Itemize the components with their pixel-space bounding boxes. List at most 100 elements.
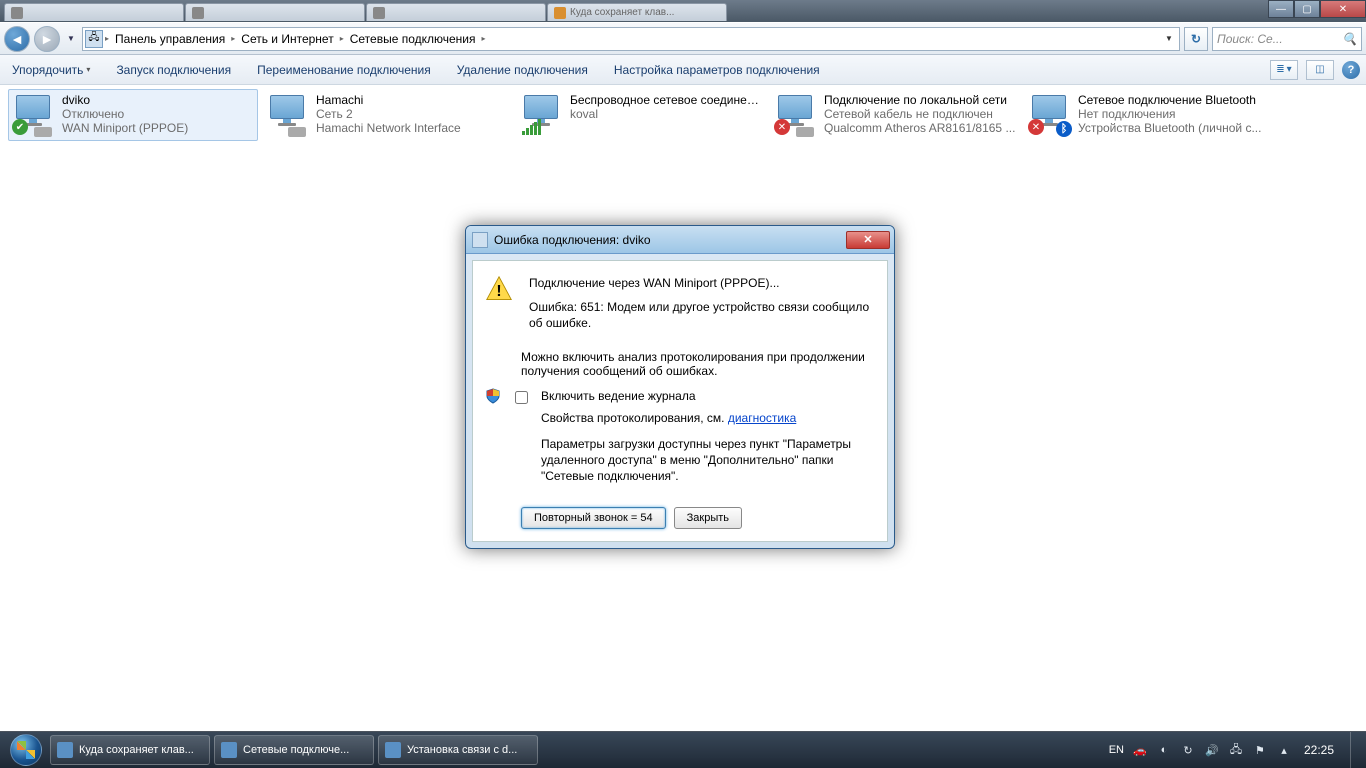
connection-item-lan[interactable]: ✕ Подключение по локальной сети Сетевой …: [770, 89, 1020, 141]
explorer-navbar: ◄ ► ▼ 🖧 ▸ Панель управления ▸ Сеть и Инт…: [0, 22, 1366, 55]
browser-tab[interactable]: [185, 3, 365, 21]
tray-icon[interactable]: ◐: [1156, 742, 1172, 758]
status-error-icon: ✕: [774, 119, 790, 135]
search-icon: 🔍: [1342, 32, 1357, 46]
connection-status: Сеть 2: [316, 107, 508, 121]
favicon-icon: [192, 7, 204, 19]
status-ok-icon: ✔: [12, 119, 28, 135]
taskbar-clock[interactable]: 22:25: [1300, 743, 1338, 757]
dialog-title: Ошибка подключения: dviko: [494, 233, 651, 247]
breadcrumb-separator-icon: ▸: [340, 34, 344, 43]
close-dialog-button[interactable]: Закрыть: [674, 507, 742, 529]
breadcrumb-separator-icon: ▸: [105, 34, 109, 43]
connection-item-wireless[interactable]: Беспроводное сетевое соединение koval: [516, 89, 766, 141]
taskbar-app[interactable]: Сетевые подключе...: [214, 735, 374, 765]
dialog-info-line: Можно включить анализ протоколирования п…: [521, 350, 875, 378]
breadcrumb-network-connections[interactable]: Сетевые подключения: [346, 30, 480, 48]
bluetooth-icon: ᛒ: [1056, 121, 1072, 137]
dialog-titlebar[interactable]: Ошибка подключения: dviko ✕: [466, 226, 894, 254]
chevron-down-icon: ▾: [86, 65, 90, 74]
window-controls: — ▢ ✕: [1268, 0, 1366, 18]
search-placeholder: Поиск: Се...: [1217, 32, 1283, 46]
tray-icon[interactable]: 🚗: [1132, 742, 1148, 758]
tray-overflow-icon[interactable]: ▴: [1276, 742, 1292, 758]
connection-device: Hamachi Network Interface: [316, 121, 508, 135]
browser-tab-strip: Куда сохраняет клав... — ▢ ✕: [0, 0, 1366, 22]
taskbar-app[interactable]: Куда сохраняет клав...: [50, 735, 210, 765]
tray-icon[interactable]: ↻: [1180, 742, 1196, 758]
network-tray-icon[interactable]: 🖧: [1228, 742, 1244, 758]
connection-name: Подключение по локальной сети: [824, 93, 1016, 107]
connection-icon: ✕ ᛒ: [1028, 93, 1072, 137]
network-folder-icon: 🖧: [85, 30, 103, 48]
address-dropdown[interactable]: ▼: [1161, 34, 1177, 43]
connection-name: dviko: [62, 93, 254, 107]
status-error-icon: ✕: [1028, 119, 1044, 135]
dialog-error-line: Ошибка: 651: Модем или другое устройство…: [529, 299, 875, 331]
connection-name: Беспроводное сетевое соединение: [570, 93, 762, 107]
warning-icon: !: [485, 275, 513, 303]
browser-tab[interactable]: Куда сохраняет клав...: [547, 3, 727, 21]
minimize-button[interactable]: —: [1268, 0, 1294, 18]
favicon-icon: [554, 7, 566, 19]
favicon-icon: [11, 7, 23, 19]
connection-name: Сетевое подключение Bluetooth: [1078, 93, 1270, 107]
chevron-down-icon: ▾: [1287, 64, 1292, 75]
taskbar: Куда сохраняет клав... Сетевые подключе.…: [0, 731, 1366, 768]
browser-tab[interactable]: [4, 3, 184, 21]
redial-button[interactable]: Повторный звонок = 54: [521, 507, 666, 529]
log-properties-text: Свойства протоколирования, см.: [541, 411, 728, 425]
enable-logging-label: Включить ведение журнала: [541, 389, 696, 403]
windows-orb-icon: [10, 734, 42, 766]
address-bar[interactable]: 🖧 ▸ Панель управления ▸ Сеть и Интернет …: [82, 27, 1180, 51]
network-icon: [472, 232, 488, 248]
app-icon: [385, 742, 401, 758]
breadcrumb-separator-icon: ▸: [482, 34, 486, 43]
language-indicator[interactable]: EN: [1109, 744, 1124, 756]
view-options-button[interactable]: ≣▾: [1270, 60, 1298, 80]
error-dialog: Ошибка подключения: dviko ✕ ! Подключени…: [465, 225, 895, 549]
favicon-icon: [373, 7, 385, 19]
dialog-close-button[interactable]: ✕: [846, 231, 890, 249]
maximize-button[interactable]: ▢: [1294, 0, 1320, 18]
signal-icon: [522, 119, 541, 135]
browser-tab[interactable]: [366, 3, 546, 21]
breadcrumb-network-internet[interactable]: Сеть и Интернет: [237, 30, 337, 48]
search-input[interactable]: Поиск: Се... 🔍: [1212, 27, 1362, 51]
connection-status: Сетевой кабель не подключен: [824, 107, 1016, 121]
show-desktop-button[interactable]: [1350, 732, 1360, 768]
connection-device: koval: [570, 107, 762, 121]
connection-item-hamachi[interactable]: Hamachi Сеть 2 Hamachi Network Interface: [262, 89, 512, 141]
shield-icon: [485, 388, 501, 404]
close-button[interactable]: ✕: [1320, 0, 1366, 18]
nav-history-dropdown[interactable]: ▼: [64, 29, 78, 49]
app-icon: [221, 742, 237, 758]
preview-pane-button[interactable]: ◫: [1306, 60, 1334, 80]
forward-button[interactable]: ►: [34, 26, 60, 52]
dialog-message-line: Подключение через WAN Miniport (PPPOE)..…: [529, 275, 875, 291]
connection-item-dviko[interactable]: ✔ dviko Отключено WAN Miniport (PPPOE): [8, 89, 258, 141]
back-button[interactable]: ◄: [4, 26, 30, 52]
svg-text:!: !: [496, 283, 501, 300]
connection-item-bluetooth[interactable]: ✕ ᛒ Сетевое подключение Bluetooth Нет по…: [1024, 89, 1274, 141]
breadcrumb-control-panel[interactable]: Панель управления: [111, 30, 229, 48]
connection-name: Hamachi: [316, 93, 508, 107]
breadcrumb-separator-icon: ▸: [231, 34, 235, 43]
action-center-icon[interactable]: ⚑: [1252, 742, 1268, 758]
delete-connection-button[interactable]: Удаление подключения: [451, 59, 594, 81]
refresh-button[interactable]: ↻: [1184, 27, 1208, 51]
start-button[interactable]: [6, 733, 46, 767]
diagnostics-link[interactable]: диагностика: [728, 411, 796, 425]
connection-settings-button[interactable]: Настройка параметров подключения: [608, 59, 826, 81]
rename-connection-button[interactable]: Переименование подключения: [251, 59, 437, 81]
organize-button[interactable]: Упорядочить▾: [6, 59, 96, 81]
connection-device: WAN Miniport (PPPOE): [62, 121, 254, 135]
enable-logging-checkbox[interactable]: [515, 391, 528, 404]
connection-device: Qualcomm Atheros AR8161/8165 ...: [824, 121, 1016, 135]
connection-icon: ✕: [774, 93, 818, 137]
connection-icon: ✔: [12, 93, 56, 137]
start-connection-button[interactable]: Запуск подключения: [110, 59, 237, 81]
volume-icon[interactable]: 🔊: [1204, 742, 1220, 758]
help-button[interactable]: ?: [1342, 61, 1360, 79]
taskbar-app[interactable]: Установка связи с d...: [378, 735, 538, 765]
